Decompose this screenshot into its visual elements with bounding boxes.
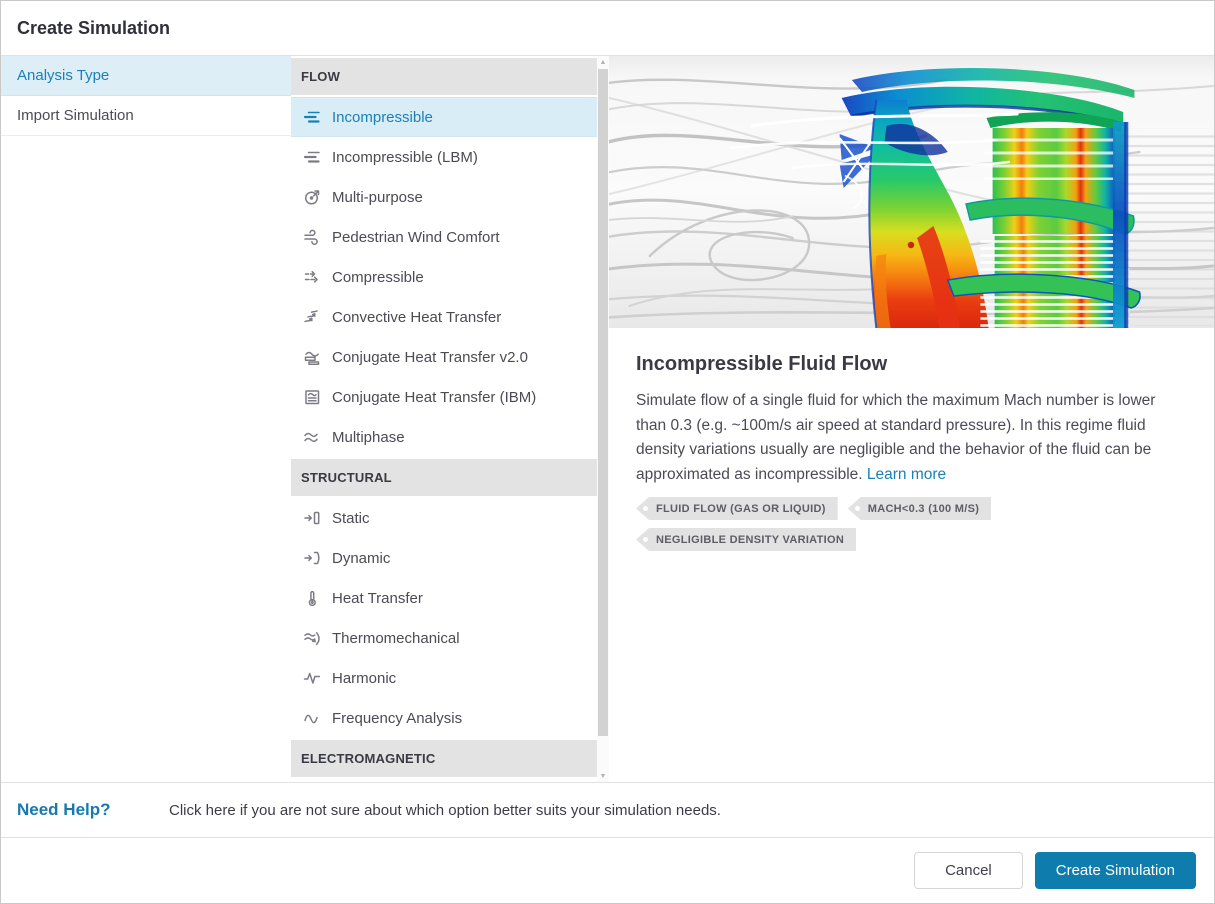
tag-dot (643, 506, 648, 511)
tag-density: NEGLIGIBLE DENSITY VARIATION (636, 528, 856, 551)
tag-mach: MACH<0.3 (100 M/S) (848, 497, 991, 520)
section-header-electromagnetic: ELECTROMAGNETIC (291, 740, 597, 777)
learn-more-link[interactable]: Learn more (867, 466, 946, 483)
type-item-incompressible[interactable]: Incompressible (291, 97, 597, 137)
type-item-label: Multiphase (332, 429, 405, 446)
sidebar-item-label: Analysis Type (17, 67, 109, 84)
scrollbar-thumb[interactable] (598, 69, 608, 736)
type-item-label: Static (332, 510, 370, 527)
scroll-up-icon[interactable]: ▲ (597, 56, 609, 68)
thermo-arrows-icon (303, 629, 321, 647)
type-item-label: Conjugate Heat Transfer v2.0 (332, 349, 528, 366)
wind-swirl-icon (303, 228, 321, 246)
type-item-label: Heat Transfer (332, 590, 423, 607)
dialog-footer: Cancel Create Simulation (1, 837, 1214, 903)
target-arrow-icon (303, 188, 321, 206)
layered-plates-heat-icon (303, 348, 321, 366)
double-wave-icon (303, 428, 321, 446)
tag-label: MACH<0.3 (100 M/S) (868, 503, 979, 515)
tag-label: NEGLIGIBLE DENSITY VARIATION (656, 534, 844, 546)
help-text[interactable]: Click here if you are not sure about whi… (169, 802, 721, 819)
dashed-arrows-icon (303, 268, 321, 286)
create-simulation-dialog: Create Simulation Analysis Type Import S… (0, 0, 1215, 904)
list-scrollbar[interactable]: ▲ ▼ (597, 56, 609, 782)
type-item-label: Conjugate Heat Transfer (IBM) (332, 389, 536, 406)
dialog-header: Create Simulation (1, 1, 1214, 56)
detail-panel: Incompressible Fluid Flow Simulate flow … (609, 56, 1214, 782)
sine-wave-icon (303, 709, 321, 727)
sidebar-item-import-simulation[interactable]: Import Simulation (1, 96, 291, 136)
type-item-label: Incompressible (LBM) (332, 149, 478, 166)
type-item-multi-purpose[interactable]: Multi-purpose (291, 177, 597, 217)
cancel-button[interactable]: Cancel (914, 852, 1023, 889)
tag-label: FLUID FLOW (GAS OR LIQUID) (656, 503, 826, 515)
scroll-down-icon[interactable]: ▼ (597, 770, 609, 782)
dialog-title: Create Simulation (17, 18, 170, 39)
section-header-flow: FLOW (291, 58, 597, 95)
type-item-label: Dynamic (332, 550, 390, 567)
detail-description: Simulate flow of a single fluid for whic… (636, 389, 1186, 487)
section-header-label: STRUCTURAL (301, 470, 392, 485)
sidebar-item-analysis-type[interactable]: Analysis Type (1, 56, 291, 96)
create-simulation-button[interactable]: Create Simulation (1035, 852, 1196, 889)
tag-dot (643, 537, 648, 542)
type-item-dynamic[interactable]: Dynamic (291, 538, 597, 578)
type-item-harmonic[interactable]: Harmonic (291, 658, 597, 698)
section-header-label: ELECTROMAGNETIC (301, 751, 435, 766)
type-item-compressible[interactable]: Compressible (291, 257, 597, 297)
detail-content: Incompressible Fluid Flow Simulate flow … (609, 328, 1214, 551)
type-item-label: Harmonic (332, 670, 396, 687)
detail-title: Incompressible Fluid Flow (636, 353, 1186, 376)
type-item-heat-transfer[interactable]: Heat Transfer (291, 578, 597, 618)
type-item-label: Thermomechanical (332, 630, 460, 647)
flow-lines-icon (303, 108, 321, 126)
section-header-structural: STRUCTURAL (291, 459, 597, 496)
type-item-label: Compressible (332, 269, 424, 286)
type-item-label: Multi-purpose (332, 189, 423, 206)
type-item-frequency-analysis[interactable]: Frequency Analysis (291, 698, 597, 738)
type-item-thermomechanical[interactable]: Thermomechanical (291, 618, 597, 658)
type-item-label: Incompressible (332, 109, 433, 126)
sidebar-item-label: Import Simulation (17, 107, 134, 124)
type-item-multiphase[interactable]: Multiphase (291, 417, 597, 457)
need-help-link[interactable]: Need Help? (17, 800, 169, 820)
arrow-to-plate-icon (303, 509, 321, 527)
type-item-pedestrian-wind-comfort[interactable]: Pedestrian Wind Comfort (291, 217, 597, 257)
thermometer-icon (303, 589, 321, 607)
type-item-incompressible-lbm[interactable]: Incompressible (LBM) (291, 137, 597, 177)
convection-arrows-icon (303, 308, 321, 326)
analysis-type-list-inner: FLOW Incompressible Incompressible (LBM) (291, 58, 597, 777)
arrow-to-curved-plate-icon (303, 549, 321, 567)
type-item-convective-heat-transfer[interactable]: Convective Heat Transfer (291, 297, 597, 337)
pulse-icon (303, 669, 321, 687)
type-item-label: Pedestrian Wind Comfort (332, 229, 500, 246)
dialog-body: Analysis Type Import Simulation FLOW Inc… (1, 56, 1214, 782)
tag-list: FLUID FLOW (GAS OR LIQUID) MACH<0.3 (100… (636, 497, 1186, 551)
type-item-static[interactable]: Static (291, 498, 597, 538)
type-item-label: Frequency Analysis (332, 710, 462, 727)
flow-lines-icon (303, 148, 321, 166)
tag-dot (855, 506, 860, 511)
type-item-label: Convective Heat Transfer (332, 309, 501, 326)
help-bar: Need Help? Click here if you are not sur… (1, 782, 1214, 837)
section-header-label: FLOW (301, 69, 340, 84)
boxed-heat-icon (303, 388, 321, 406)
analysis-preview-image (609, 56, 1214, 328)
tag-fluid-flow: FLUID FLOW (GAS OR LIQUID) (636, 497, 838, 520)
type-item-conjugate-heat-transfer-ibm[interactable]: Conjugate Heat Transfer (IBM) (291, 377, 597, 417)
left-nav: Analysis Type Import Simulation (1, 56, 291, 782)
analysis-type-list: FLOW Incompressible Incompressible (LBM) (291, 56, 609, 782)
type-item-conjugate-heat-transfer-v2[interactable]: Conjugate Heat Transfer v2.0 (291, 337, 597, 377)
